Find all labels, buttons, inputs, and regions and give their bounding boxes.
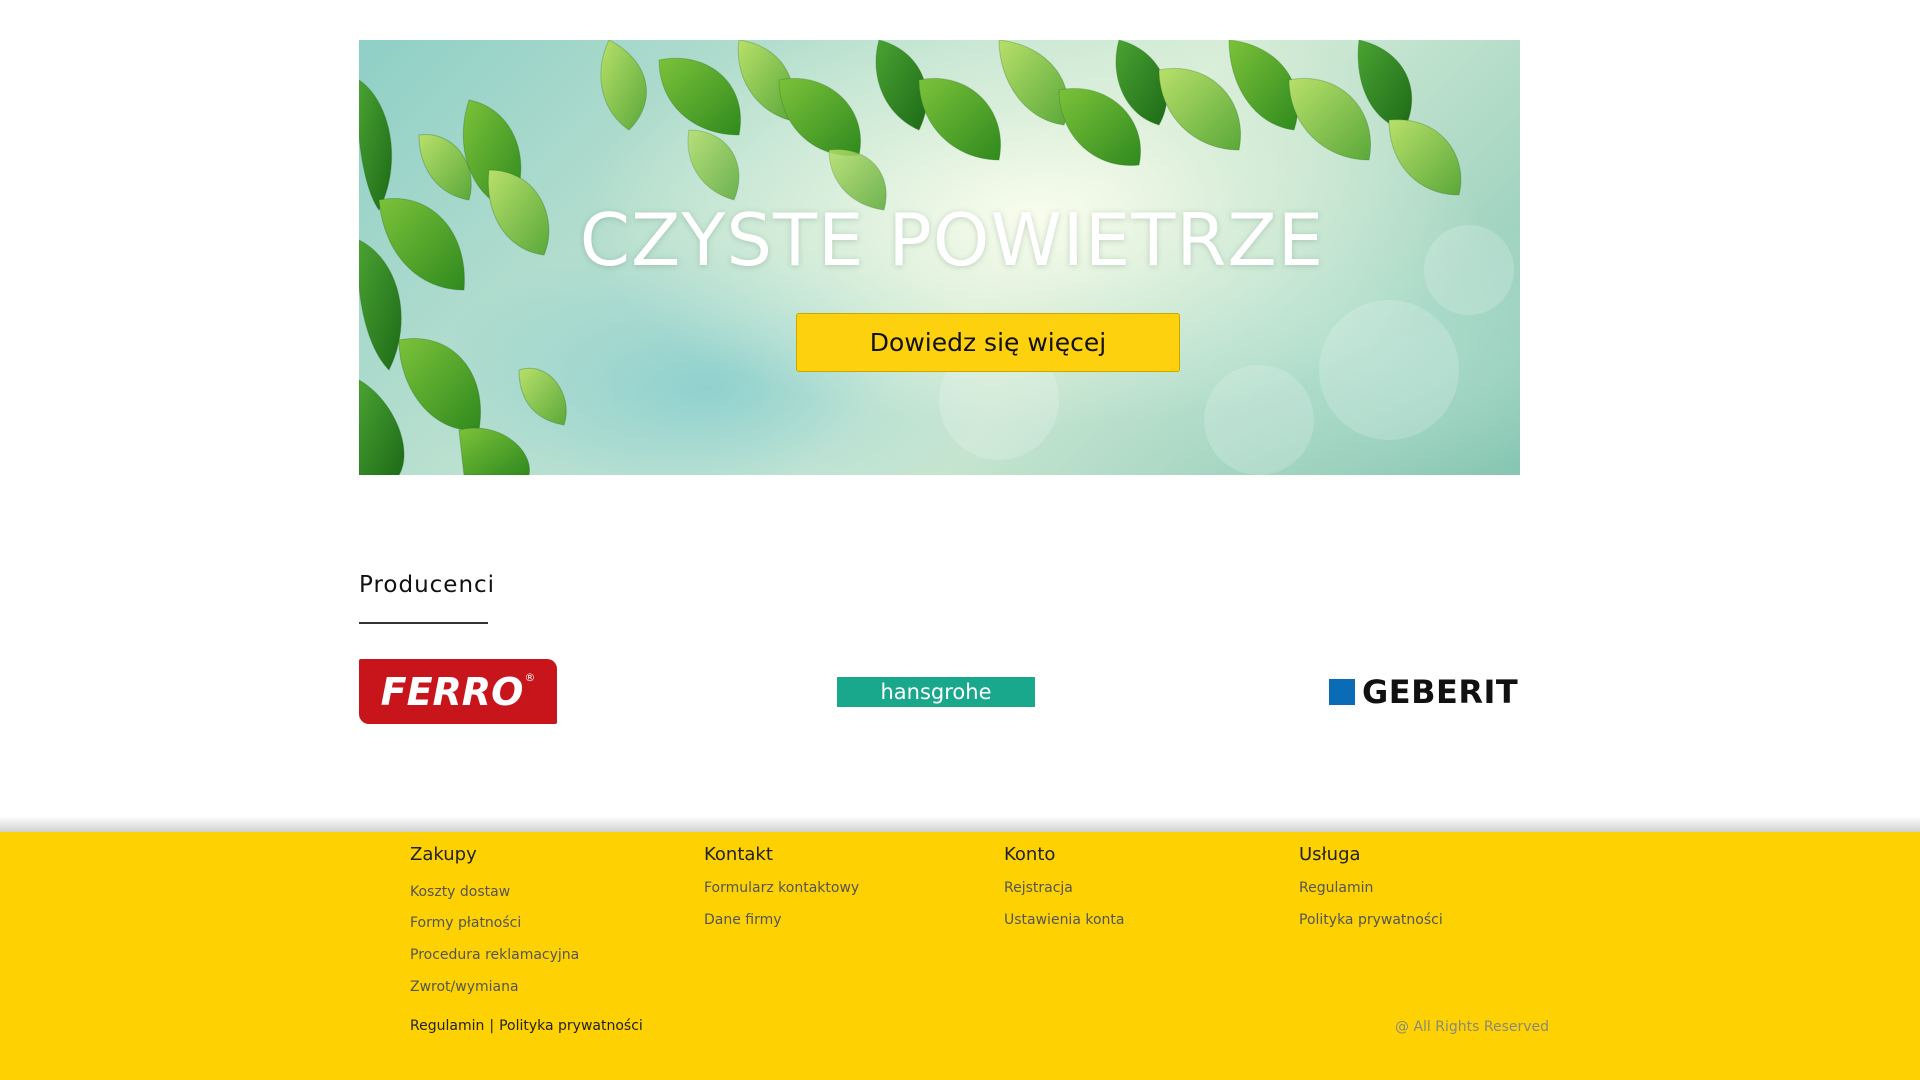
footer-column-title: Usługa xyxy=(1299,844,1361,865)
footer-column-title: Zakupy xyxy=(410,844,477,865)
footer-link-shipping-costs[interactable]: Koszty dostaw xyxy=(410,884,510,900)
footer-link-returns[interactable]: Zwrot/wymiana xyxy=(410,979,519,995)
footer-link-company-data[interactable]: Dane firmy xyxy=(704,912,782,928)
copyright-text: @ All Rights Reserved xyxy=(1395,1019,1550,1035)
bottom-link-privacy[interactable]: Polityka prywatności xyxy=(499,1018,643,1034)
hansgrohe-logo-text: hansgrohe xyxy=(880,679,992,704)
footer-bottom-links: Regulamin | Polityka prywatności xyxy=(410,1018,643,1034)
footer-link-account-settings[interactable]: Ustawienia konta xyxy=(1004,912,1124,928)
hero-title: CZYSTE POWIETRZE xyxy=(579,198,1325,282)
footer: Zakupy Koszty dostaw Formy płatności Pro… xyxy=(0,832,1920,1080)
geberit-square-icon xyxy=(1329,679,1355,705)
footer-link-payment-methods[interactable]: Formy płatności xyxy=(410,915,521,931)
ferro-logo[interactable]: FERRO ® xyxy=(359,659,557,724)
footer-column-title: Konto xyxy=(1004,844,1056,865)
footer-shadow xyxy=(0,816,1920,832)
footer-link-registration[interactable]: Rejstracja xyxy=(1004,880,1073,896)
hansgrohe-logo[interactable]: hansgrohe xyxy=(837,677,1035,707)
bottom-link-terms[interactable]: Regulamin xyxy=(410,1018,484,1034)
geberit-logo-text: GEBERIT xyxy=(1362,673,1519,711)
footer-link-privacy[interactable]: Polityka prywatności xyxy=(1299,912,1443,928)
hero-banner: CZYSTE POWIETRZE Dowiedz się więcej xyxy=(359,40,1520,475)
footer-column-title: Kontakt xyxy=(704,844,773,865)
producers-heading: Producenci xyxy=(359,572,496,598)
geberit-logo[interactable]: GEBERIT xyxy=(1329,673,1519,711)
footer-link-contact-form[interactable]: Formularz kontaktowy xyxy=(704,880,859,896)
learn-more-button[interactable]: Dowiedz się więcej xyxy=(796,313,1180,372)
heading-underline xyxy=(359,622,488,624)
link-separator: | xyxy=(489,1018,495,1034)
ferro-logo-text: FERRO xyxy=(380,669,524,714)
footer-link-terms[interactable]: Regulamin xyxy=(1299,880,1373,896)
footer-link-complaints[interactable]: Procedura reklamacyjna xyxy=(410,947,579,963)
registered-mark: ® xyxy=(524,671,536,684)
